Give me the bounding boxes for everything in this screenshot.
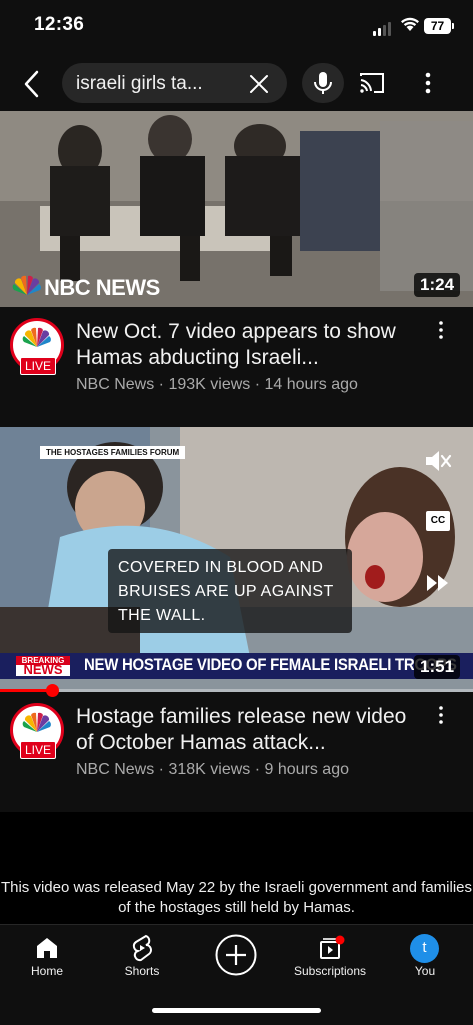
source-tag: THE HOSTAGES FAMILIES FORUM: [40, 446, 186, 459]
video-title[interactable]: New Oct. 7 video appears to show Hamas a…: [76, 319, 416, 371]
nav-home[interactable]: Home: [18, 932, 76, 982]
video-menu-icon[interactable]: [436, 319, 446, 341]
create-icon: [215, 934, 257, 976]
fast-forward-icon[interactable]: [424, 572, 452, 594]
caption-text: COVERED IN BLOOD AND BRUISES ARE UP AGAI…: [118, 559, 334, 624]
nbc-peacock-logo: [12, 275, 41, 295]
nav-label: Subscriptions: [293, 964, 367, 978]
progress-track[interactable]: [0, 689, 473, 692]
battery-icon: 77: [424, 18, 451, 34]
nav-shorts[interactable]: Shorts: [112, 932, 172, 982]
voice-search-button[interactable]: [302, 63, 344, 103]
ticker-headline: NEW HOSTAGE VIDEO OF FEMALE ISRAELI TROO…: [84, 655, 457, 674]
mute-icon[interactable]: [422, 447, 452, 475]
nav-label: Home: [30, 964, 63, 978]
clear-search-icon[interactable]: [246, 71, 272, 97]
video-title[interactable]: Hostage families release new video of Oc…: [76, 704, 416, 756]
video-menu-icon[interactable]: [436, 704, 446, 726]
news-label: NEWS: [23, 662, 63, 677]
progress-scrubber[interactable]: [46, 684, 60, 697]
cast-icon[interactable]: [358, 70, 386, 96]
subscriptions-icon: [320, 935, 345, 959]
cellular-signal-icon: [373, 22, 391, 36]
breaking-news-badge: BREAKING NEWS: [16, 656, 70, 676]
nav-label: Shorts: [124, 964, 160, 978]
back-arrow-icon[interactable]: [18, 68, 46, 100]
nav-label: You: [414, 964, 436, 978]
thumbnail-caption-text: This video was released May 22 by the Is…: [0, 879, 473, 916]
live-badge: LIVE: [20, 357, 57, 375]
video-metadata: NBC News · 193K views · 14 hours ago: [76, 376, 358, 393]
live-badge: LIVE: [20, 741, 57, 759]
microphone-icon: [314, 72, 332, 94]
video-metadata: NBC News · 318K views · 9 hours ago: [76, 761, 349, 778]
nav-you[interactable]: t You: [400, 932, 450, 982]
nav-create[interactable]: [214, 933, 258, 977]
avatar-icon: t: [410, 934, 439, 963]
status-time: 12:36: [34, 14, 85, 35]
nav-subscriptions[interactable]: Subscriptions: [288, 932, 372, 982]
video-duration: 1:51: [414, 655, 461, 679]
video-duration: 1:24: [414, 273, 461, 297]
search-query-text: israeli girls ta...: [76, 73, 203, 94]
more-options-icon[interactable]: [418, 68, 438, 98]
captions-button[interactable]: CC: [426, 511, 450, 531]
home-icon: [37, 938, 57, 958]
battery-tip: [452, 23, 454, 29]
progress-fill: [0, 689, 53, 692]
nbc-news-logo-text: NBC NEWS: [44, 275, 160, 300]
wifi-icon: [401, 17, 419, 31]
home-indicator: [152, 1008, 321, 1013]
shorts-icon: [132, 934, 152, 962]
